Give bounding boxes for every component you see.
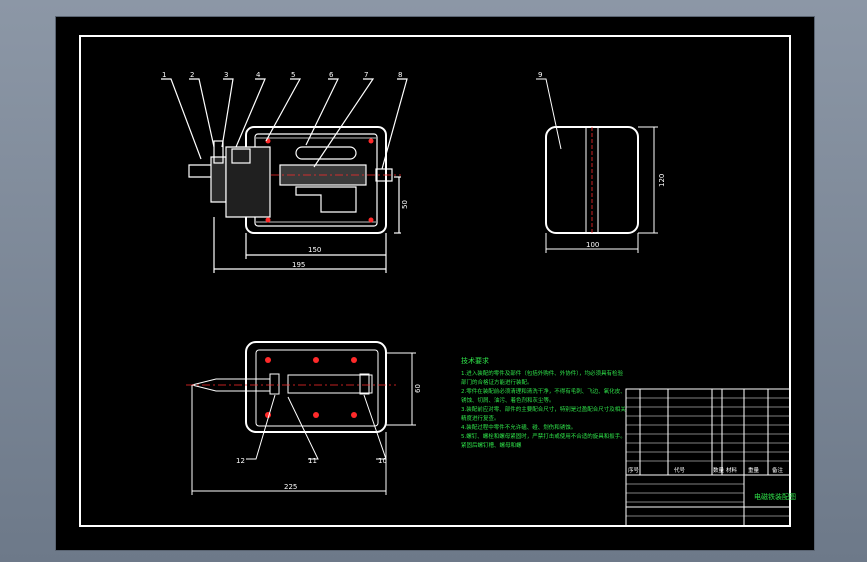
title-header-code: 代号	[674, 466, 686, 474]
drawing-sheet: 1 2 3 4 5 6 7 8 150 195 50 9 100 120 12 …	[55, 16, 815, 551]
leader-label-6: 6	[329, 71, 334, 79]
dim-top-height: 60	[414, 384, 422, 393]
side-label-9: 9	[538, 71, 542, 79]
bottom-label-11: 11	[308, 457, 317, 465]
tech-note-line-8: 5.螺钉、螺栓和螺母紧固时，严禁打击或使用不合适的旋具和扳手。	[461, 432, 626, 440]
bottom-label-10: 10	[378, 457, 387, 465]
title-block	[625, 388, 791, 527]
leader-label-3: 3	[224, 71, 228, 79]
leader-label-5: 5	[291, 71, 295, 79]
tech-notes: 技术要求 1.进入装配的零件及部件（包括外购件、外协件），均必须具有检验 部门的…	[461, 356, 626, 449]
tech-note-line-9: 紧固后螺钉槽、螺母和螺	[461, 441, 522, 449]
title-drawing-name: 电磁铁装配图	[754, 492, 796, 501]
tech-note-line-2: 部门的合格证方能进行装配。	[461, 378, 533, 386]
leader-label-7: 7	[364, 71, 368, 79]
tech-note-line-3: 2.零件在装配前必须清理和清洗干净，不得有毛刺、飞边、氧化皮、	[461, 387, 626, 395]
frame-border	[79, 35, 791, 527]
leader-label-4: 4	[256, 71, 261, 79]
tech-note-line-5: 3.装配前应对零、部件的主要配合尺寸，特别是过盈配合尺寸及相关	[461, 405, 626, 413]
top-labels: 12 11 10 225 60	[236, 384, 422, 491]
title-header-weight: 重量	[748, 466, 760, 474]
dim-front-height: 50	[401, 200, 409, 209]
tech-notes-title: 技术要求	[461, 356, 489, 365]
leader-label-1: 1	[162, 71, 166, 79]
title-header-note: 备注	[772, 466, 784, 474]
leader-label-8: 8	[398, 71, 402, 79]
dim-front-total-width: 195	[292, 261, 305, 269]
dim-side-height: 120	[658, 174, 666, 187]
side-view	[536, 78, 658, 253]
tech-note-line-4: 锈蚀、切屑、油污、着色剂和灰尘等。	[461, 396, 555, 404]
dim-top-total-width: 225	[284, 483, 297, 491]
title-header-material: 材料	[726, 466, 738, 474]
tech-note-line-6: 精度进行复查。	[461, 414, 500, 422]
side-labels: 9 100 120	[538, 71, 666, 249]
front-view	[161, 78, 408, 273]
dim-side-width: 100	[586, 241, 599, 249]
title-header-no: 序号	[628, 466, 640, 474]
dim-front-inner-width: 150	[308, 246, 321, 254]
title-header-qty: 数量	[713, 466, 725, 474]
top-view	[186, 341, 416, 495]
tech-note-line-1: 1.进入装配的零件及部件（包括外购件、外协件），均必须具有检验	[461, 369, 623, 377]
bottom-label-12: 12	[236, 457, 245, 465]
leader-label-2: 2	[190, 71, 194, 79]
cad-drawing: 1 2 3 4 5 6 7 8 150 195 50 9 100 120 12 …	[79, 35, 796, 527]
tech-note-line-7: 4.装配过程中零件不允许磕、碰、划伤和锈蚀。	[461, 423, 576, 431]
